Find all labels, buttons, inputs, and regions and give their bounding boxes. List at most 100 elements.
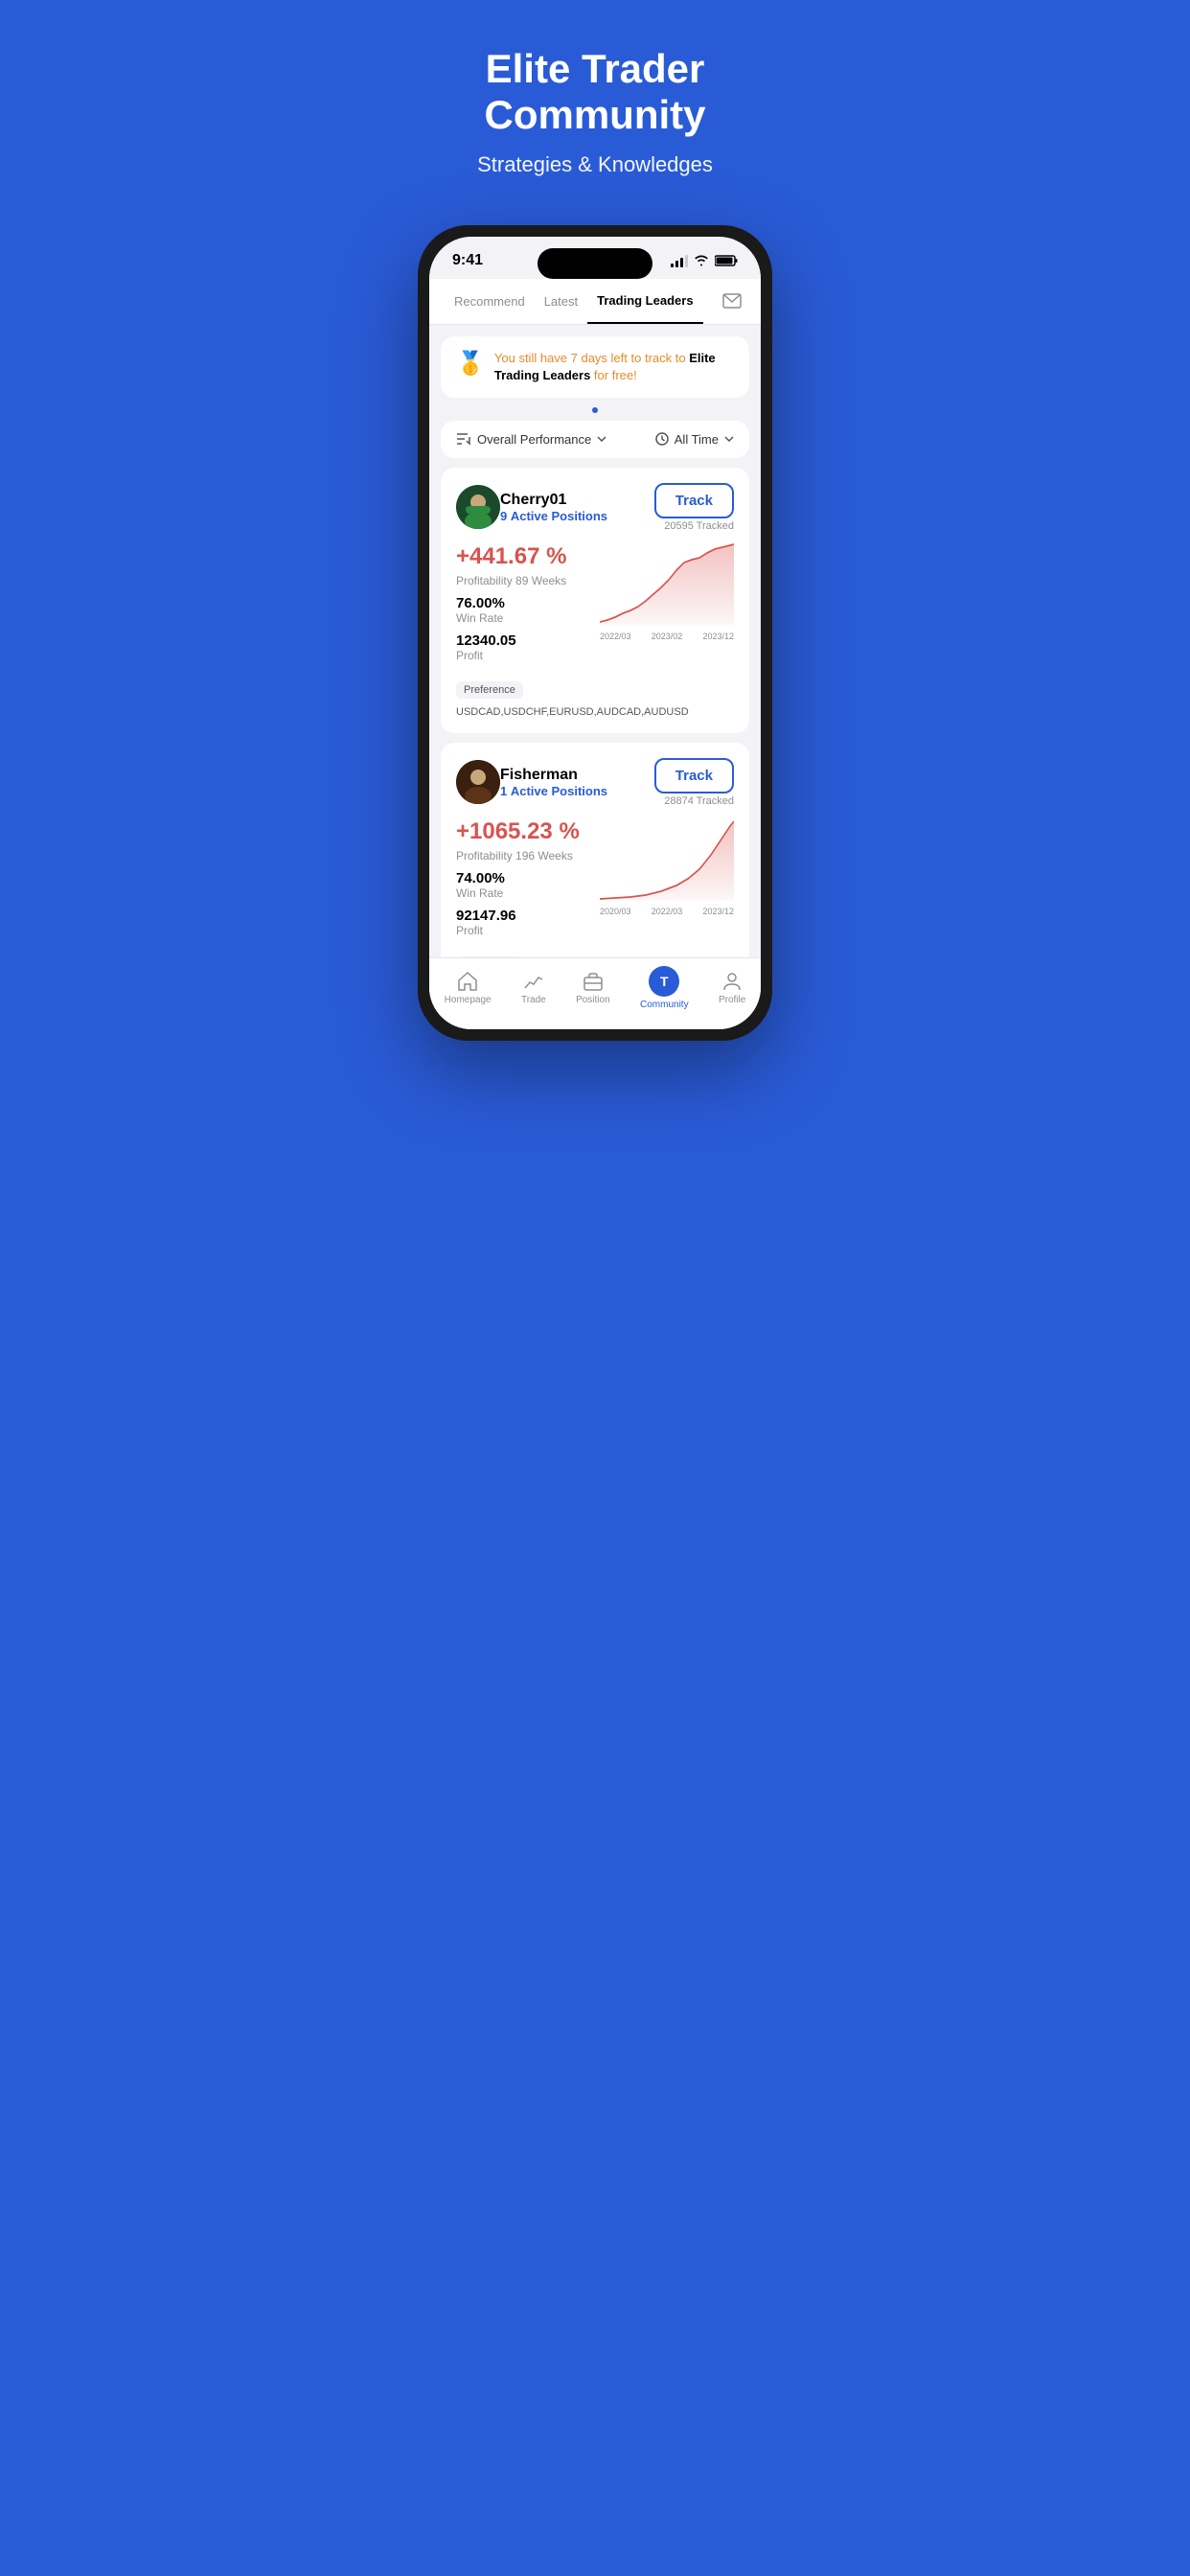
nav-label-trade: Trade bbox=[521, 995, 546, 1005]
banner-text: You still have 7 days left to track to E… bbox=[494, 350, 734, 384]
nav-item-trade[interactable]: Trade bbox=[521, 971, 546, 1005]
trader-stats-cherry01: +441.67 % Profitability 89 Weeks 76.00% … bbox=[456, 543, 590, 670]
app-content: Recommend Latest Trading Leaders bbox=[429, 279, 761, 1029]
nav-label-community: Community bbox=[640, 1000, 689, 1010]
signal-bars-icon bbox=[671, 254, 688, 267]
bottom-nav: Homepage Trade Position bbox=[429, 957, 761, 1029]
phone-frame: 9:41 bbox=[418, 225, 772, 1041]
time-label: All Time bbox=[675, 432, 719, 447]
bar2 bbox=[675, 261, 678, 267]
community-icon: T bbox=[649, 966, 679, 997]
notch bbox=[538, 248, 652, 279]
chart-label-3-fisherman: 2023/12 bbox=[702, 907, 734, 916]
phone-inner: 9:41 bbox=[429, 237, 761, 1029]
chart-labels-cherry01: 2022/03 2023/02 2023/12 bbox=[600, 632, 734, 641]
profitability-cherry01: Profitability 89 Weeks bbox=[456, 574, 590, 587]
clock-icon bbox=[655, 432, 669, 446]
chart-svg-fisherman bbox=[600, 818, 734, 900]
profit-label-cherry01: Profit bbox=[456, 649, 590, 662]
banner-end: for free! bbox=[590, 368, 636, 382]
sort-icon bbox=[456, 432, 471, 446]
trader-card-fisherman: Fisherman 1 Active Positions Track 28874… bbox=[441, 743, 749, 957]
profitability-fisherman: Profitability 196 Weeks bbox=[456, 849, 590, 862]
chart-label-1-fisherman: 2020/03 bbox=[600, 907, 631, 916]
mail-button[interactable] bbox=[719, 288, 745, 314]
avatar-cherry01 bbox=[456, 485, 500, 529]
chart-label-3-cherry01: 2023/12 bbox=[702, 632, 734, 641]
active-label-fisherman: Active Positions bbox=[511, 784, 607, 798]
status-bar: 9:41 bbox=[429, 237, 761, 279]
time-filter[interactable]: All Time bbox=[655, 432, 734, 447]
trader-header-fisherman: Fisherman 1 Active Positions Track 28874… bbox=[456, 758, 734, 807]
tab-recommend[interactable]: Recommend bbox=[445, 279, 535, 324]
nav-item-position[interactable]: Position bbox=[576, 971, 610, 1005]
performance-label: Overall Performance bbox=[477, 432, 591, 447]
trader-stats-fisherman: +1065.23 % Profitability 196 Weeks 74.00… bbox=[456, 818, 590, 945]
bar4 bbox=[685, 255, 688, 267]
chevron-down-2-icon bbox=[724, 436, 734, 442]
hero-section: Elite TraderCommunity Strategies & Knowl… bbox=[397, 0, 793, 206]
banner-highlight: You still have 7 days left to track to bbox=[494, 351, 689, 365]
status-time: 9:41 bbox=[452, 252, 483, 269]
dot-indicator bbox=[592, 407, 598, 413]
nav-item-homepage[interactable]: Homepage bbox=[445, 971, 492, 1005]
battery-icon bbox=[715, 255, 738, 266]
chart-labels-fisherman: 2020/03 2022/03 2023/12 bbox=[600, 907, 734, 916]
medal-icon: 🥇 bbox=[456, 350, 485, 378]
house-icon bbox=[457, 971, 478, 992]
avatar-svg-fisherman bbox=[456, 760, 500, 804]
trader-header-cherry01: Cherry01 9 Active Positions Track 20595 … bbox=[456, 483, 734, 532]
trader-stats-chart-fisherman: +1065.23 % Profitability 196 Weeks 74.00… bbox=[456, 818, 734, 945]
trader-info-fisherman: Fisherman 1 Active Positions bbox=[500, 767, 654, 798]
promo-banner: 🥇 You still have 7 days left to track to… bbox=[441, 336, 749, 398]
trader-positions-cherry01: 9 Active Positions bbox=[500, 509, 654, 523]
active-label-cherry01: Active Positions bbox=[511, 509, 607, 523]
chart-label-2-cherry01: 2023/02 bbox=[652, 632, 683, 641]
return-pct-fisherman: +1065.23 % bbox=[456, 818, 590, 845]
person-icon bbox=[721, 971, 743, 992]
nav-item-profile[interactable]: Profile bbox=[719, 971, 745, 1005]
trader-stats-chart-cherry01: +441.67 % Profitability 89 Weeks 76.00% … bbox=[456, 543, 734, 670]
chart-svg-cherry01 bbox=[600, 543, 734, 625]
tab-latest[interactable]: Latest bbox=[535, 279, 587, 324]
nav-label-position: Position bbox=[576, 995, 610, 1005]
nav-label-homepage: Homepage bbox=[445, 995, 492, 1005]
wifi-icon bbox=[694, 255, 709, 266]
nav-tabs: Recommend Latest Trading Leaders bbox=[429, 279, 761, 325]
tab-trading-leaders[interactable]: Trading Leaders bbox=[587, 279, 702, 324]
track-btn-area-cherry01: Track 20595 Tracked bbox=[654, 483, 734, 532]
active-count-fisherman: 1 bbox=[500, 784, 507, 798]
trader-info-cherry01: Cherry01 9 Active Positions bbox=[500, 492, 654, 523]
chart-label-2-fisherman: 2022/03 bbox=[652, 907, 683, 916]
trader-name-fisherman: Fisherman bbox=[500, 767, 654, 784]
track-button-cherry01[interactable]: Track bbox=[654, 483, 734, 518]
track-btn-area-fisherman: Track 28874 Tracked bbox=[654, 758, 734, 807]
chart-fisherman: 2020/03 2022/03 2023/12 bbox=[600, 818, 734, 914]
avatar-fisherman bbox=[456, 760, 500, 804]
return-pct-cherry01: +441.67 % bbox=[456, 543, 590, 570]
chart-label-1-cherry01: 2022/03 bbox=[600, 632, 631, 641]
scroll-content[interactable]: 🥇 You still have 7 days left to track to… bbox=[429, 325, 761, 957]
avatar-svg-cherry01 bbox=[456, 485, 500, 529]
win-rate-fisherman: 74.00% bbox=[456, 870, 590, 886]
preference-tag-cherry01: Preference bbox=[456, 681, 523, 699]
hero-title: Elite TraderCommunity bbox=[425, 46, 765, 139]
profit-label-fisherman: Profit bbox=[456, 924, 590, 937]
preference-row-cherry01: Preference USDCAD,USDCHF,EURUSD,AUDCAD,A… bbox=[456, 681, 734, 718]
chart-icon bbox=[523, 971, 544, 992]
performance-filter[interactable]: Overall Performance bbox=[456, 432, 606, 447]
filter-bar: Overall Performance All Time bbox=[441, 421, 749, 458]
win-rate-label-fisherman: Win Rate bbox=[456, 886, 590, 900]
trader-name-cherry01: Cherry01 bbox=[500, 492, 654, 509]
chevron-down-icon bbox=[597, 436, 606, 442]
preference-values-cherry01: USDCAD,USDCHF,EURUSD,AUDCAD,AUDUSD bbox=[456, 706, 689, 718]
bar3 bbox=[680, 258, 683, 267]
nav-item-community[interactable]: T Community bbox=[640, 966, 689, 1010]
hero-subtitle: Strategies & Knowledges bbox=[425, 152, 765, 177]
tracked-count-cherry01: 20595 Tracked bbox=[654, 520, 734, 532]
trader-card-cherry01: Cherry01 9 Active Positions Track 20595 … bbox=[441, 468, 749, 733]
bar1 bbox=[671, 264, 674, 267]
briefcase-icon bbox=[583, 971, 604, 992]
track-button-fisherman[interactable]: Track bbox=[654, 758, 734, 794]
chart-cherry01: 2022/03 2023/02 2023/12 bbox=[600, 543, 734, 639]
